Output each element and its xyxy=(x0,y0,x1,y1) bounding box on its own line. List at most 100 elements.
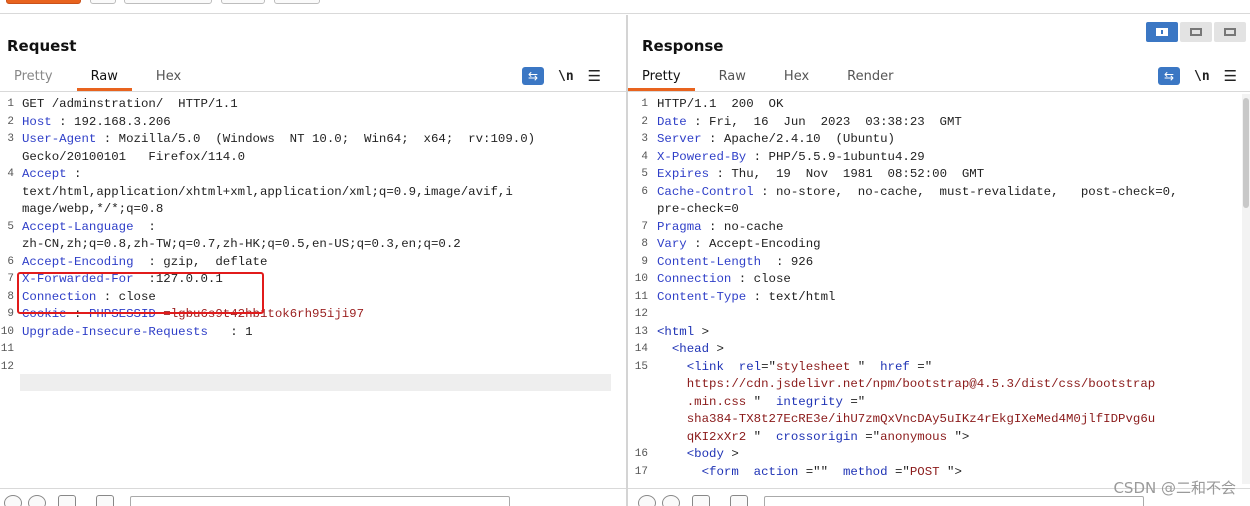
line-content: <html > xyxy=(657,324,710,339)
line-number: 8 xyxy=(641,238,648,250)
response-line: 2 Date : Fri, 16 Jun 2023 03:38:23 GMT xyxy=(628,114,1250,132)
line-number: 6 xyxy=(641,185,648,198)
tab-hex[interactable]: Hex xyxy=(770,65,823,91)
response-line: 7 Pragma : no-cache xyxy=(628,219,1250,237)
line-content: User-Agent : Mozilla/5.0 (Windows NT 10.… xyxy=(22,131,535,149)
line-content: Gecko/20100101 Firefox/114.0 xyxy=(22,149,245,167)
response-editor-actions: ⇆ \n ☰ xyxy=(1158,65,1237,87)
line-content: https://cdn.jsdelivr.net/npm/bootstrap@4… xyxy=(657,377,1156,391)
layout-single-icon[interactable] xyxy=(1214,22,1246,42)
tab-raw[interactable]: Raw xyxy=(705,65,760,91)
header-value: mage/webp,*/*;q=0.8 xyxy=(22,202,164,216)
tab-render[interactable]: Render xyxy=(833,65,907,91)
send-button[interactable] xyxy=(6,0,81,4)
line-content: zh-CN,zh;q=0.8,zh-TW;q=0.7,zh-HK;q=0.5,e… xyxy=(22,236,461,254)
help-icon[interactable] xyxy=(638,495,656,506)
line-content: <head > xyxy=(671,342,724,356)
response-line: 3 Server : Apache/2.4.10 (Ubuntu) xyxy=(628,131,1250,149)
previous-match-button[interactable] xyxy=(692,495,710,506)
line-number: 13 xyxy=(634,325,648,338)
line-content: Server : Apache/2.4.10 (Ubuntu) xyxy=(657,132,895,146)
line-content: sha384-TX8t27EcRE3e/ihU7zmQxVncDAy5uIKz4… xyxy=(657,412,1156,426)
line-number: 8 xyxy=(7,290,14,303)
tab-divider xyxy=(628,91,1250,92)
response-line: 8 Vary : Accept-Encoding xyxy=(628,236,1250,254)
line-content: .min.css " integrity =" xyxy=(657,394,866,409)
header-value: : 192.168.3.206 xyxy=(51,114,171,129)
line-number: 3 xyxy=(641,133,648,145)
line-number: 4 xyxy=(7,168,14,180)
line-number: 7 xyxy=(7,273,14,285)
line-content: <form action ="" method ="POST "> xyxy=(701,464,962,479)
response-line: 12 xyxy=(628,306,1250,324)
request-pane: Request Pretty Raw Hex ⇆ \n ☰ 1 GET /admi… xyxy=(0,15,626,506)
header-name: Upgrade-Insecure-Requests xyxy=(22,324,208,339)
request-line: mage/webp,*/*;q=0.8 xyxy=(0,201,626,219)
response-line: 14 <head > xyxy=(628,341,1250,359)
request-search-bar xyxy=(0,488,626,506)
tab-pretty[interactable]: Pretty xyxy=(0,65,67,91)
tab-hex[interactable]: Hex xyxy=(142,65,195,91)
response-editor[interactable]: 1 HTTP/1.1 200 OK 2 Date : Fri, 16 Jun 2023… xyxy=(628,94,1250,488)
search-input[interactable] xyxy=(764,496,1144,506)
request-line: 5 Accept-Language : xyxy=(0,219,626,237)
response-line: sha384-TX8t27EcRE3e/ihU7zmQxVncDAy5uIKz4… xyxy=(628,411,1250,429)
next-match-button[interactable] xyxy=(96,495,114,506)
line-content: pre-check=0 xyxy=(657,202,739,216)
request-editor-actions: ⇆ \n ☰ xyxy=(522,65,601,87)
line-number: 10 xyxy=(634,273,648,285)
newline-toggle-button[interactable]: \n xyxy=(558,69,574,84)
history-forward-button[interactable] xyxy=(221,0,265,4)
help-icon[interactable] xyxy=(4,495,22,506)
response-line: 6 Cache-Control : no-store, no-cache, mus… xyxy=(628,184,1250,202)
word-wrap-icon[interactable]: ⇆ xyxy=(1158,67,1180,85)
scrollbar-thumb[interactable] xyxy=(1243,98,1249,208)
line-content: Date : Fri, 16 Jun 2023 03:38:23 GMT xyxy=(657,114,962,129)
line-content: mage/webp,*/*;q=0.8 xyxy=(22,201,163,219)
response-tabs: Pretty Raw Hex Render xyxy=(628,65,917,91)
response-line: 9 Content-Length : 926 xyxy=(628,254,1250,272)
line-number: 6 xyxy=(7,255,14,268)
menu-icon[interactable]: ☰ xyxy=(1224,67,1237,85)
vertical-scrollbar[interactable] xyxy=(1242,94,1250,484)
request-tabs: Pretty Raw Hex xyxy=(0,65,205,91)
newline-toggle-button[interactable]: \n xyxy=(1194,69,1210,84)
line-number: 15 xyxy=(634,360,648,373)
line-number: 17 xyxy=(634,465,648,478)
line-number: 12 xyxy=(0,360,14,373)
line-number: 11 xyxy=(0,343,14,355)
line-content: Accept : xyxy=(22,166,82,184)
search-input[interactable] xyxy=(130,496,510,506)
line-content: text/html,application/xhtml+xml,applicat… xyxy=(22,184,513,202)
tab-divider xyxy=(0,91,626,92)
tab-raw[interactable]: Raw xyxy=(76,65,132,91)
target-button[interactable] xyxy=(274,0,320,4)
header-name: Accept xyxy=(22,167,67,181)
settings-icon[interactable] xyxy=(28,495,46,506)
line-content: X-Powered-By : PHP/5.5.9-1ubuntu4.29 xyxy=(657,149,925,164)
tab-pretty[interactable]: Pretty xyxy=(628,65,695,91)
annotation-highlight-box xyxy=(17,272,264,314)
next-match-button[interactable] xyxy=(730,495,748,506)
layout-stacked-icon[interactable] xyxy=(1180,22,1212,42)
request-line: 10 Upgrade-Insecure-Requests : 1 xyxy=(0,324,626,342)
line-number: 12 xyxy=(634,308,648,320)
header-value: : gzip, deflate xyxy=(133,254,268,269)
settings-icon[interactable] xyxy=(662,495,680,506)
header-value: GET /adminstration/ HTTP/1.1 xyxy=(22,97,238,111)
line-number: 2 xyxy=(7,115,14,128)
header-value: zh-CN,zh;q=0.8,zh-TW;q=0.7,zh-HK;q=0.5,e… xyxy=(22,237,461,251)
line-content: Content-Length : 926 xyxy=(657,254,814,269)
cancel-button[interactable] xyxy=(90,0,116,4)
request-line: 3 User-Agent : Mozilla/5.0 (Windows NT 10… xyxy=(0,131,626,149)
request-line: 6 Accept-Encoding : gzip, deflate xyxy=(0,254,626,272)
response-line: 4 X-Powered-By : PHP/5.5.9-1ubuntu4.29 xyxy=(628,149,1250,167)
previous-match-button[interactable] xyxy=(58,495,76,506)
menu-icon[interactable]: ☰ xyxy=(588,67,601,85)
layout-side-by-side-icon[interactable] xyxy=(1146,22,1178,42)
header-value: Gecko/20100101 Firefox/114.0 xyxy=(22,149,246,164)
word-wrap-icon[interactable]: ⇆ xyxy=(522,67,544,85)
line-content: Accept-Encoding : gzip, deflate xyxy=(22,254,267,272)
layout-toggle xyxy=(1146,22,1246,42)
history-back-button[interactable] xyxy=(124,0,212,4)
